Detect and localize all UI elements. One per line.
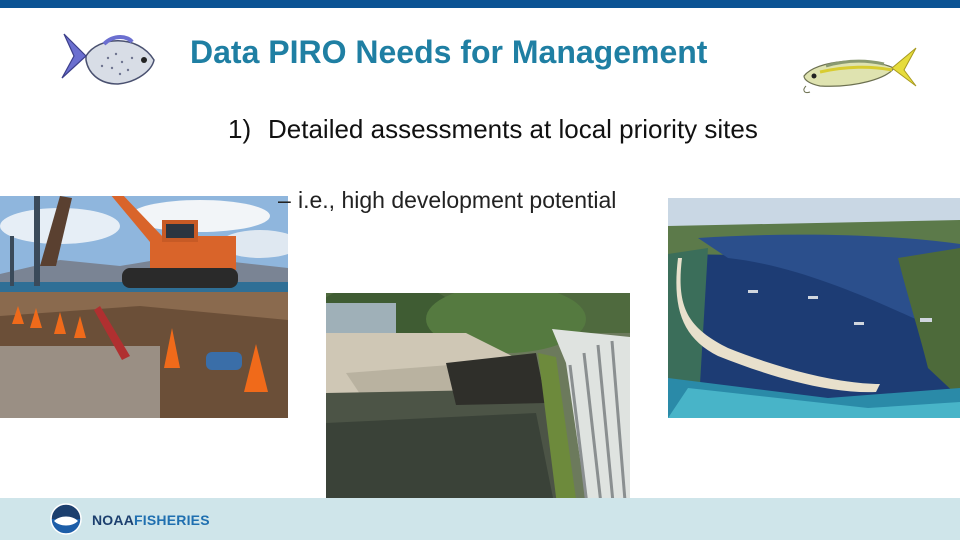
sub-bullet-marker: – — [278, 187, 291, 213]
trevally-fish-icon — [61, 33, 155, 85]
noaa-fisheries-logo-text: NOAAFISHERIES — [92, 512, 210, 528]
bullet-number: 1) — [228, 114, 252, 144]
bullet-text: Detailed assessments at local priority s… — [268, 114, 758, 144]
construction-photo — [0, 196, 288, 418]
aerial-harbor-photo — [668, 198, 960, 418]
noaa-logo-icon — [50, 503, 82, 535]
shoreline-photo — [326, 293, 630, 513]
logo-text-noaa: NOAA — [92, 512, 135, 528]
logo-text-fisheries: FISHERIES — [134, 512, 210, 528]
slide-title: Data PIRO Needs for Management — [190, 34, 708, 70]
mackerel-fish-icon — [803, 47, 917, 93]
top-accent-bar — [0, 0, 960, 8]
